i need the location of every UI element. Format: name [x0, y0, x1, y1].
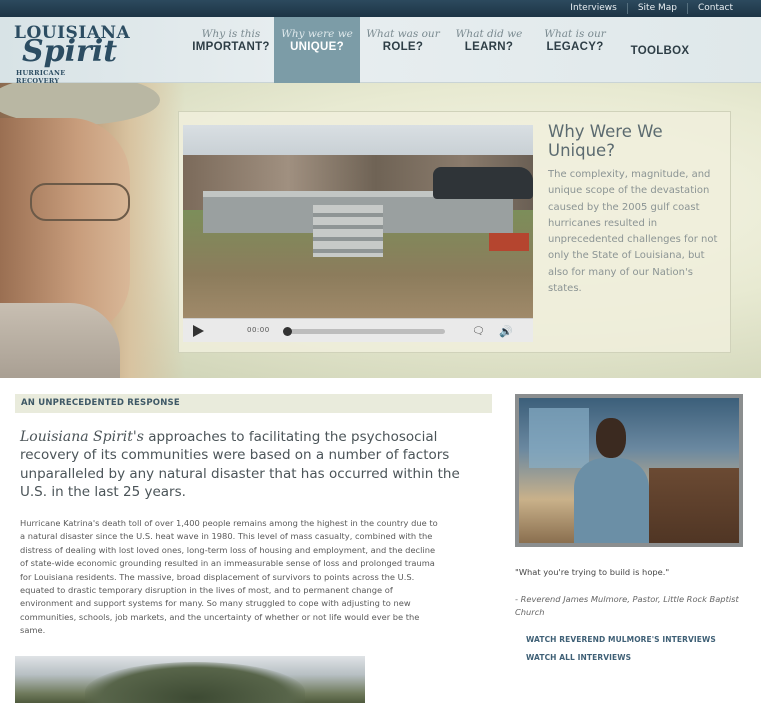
lede-paragraph: Louisiana Spirit's approaches to facilit… — [20, 428, 490, 501]
church-window — [529, 408, 589, 468]
utility-links: Interviews Site Map Contact — [560, 0, 743, 17]
nav-question: Why is this — [201, 28, 261, 40]
nav-item-unique[interactable]: Why were we UNIQUE? — [274, 17, 360, 83]
contact-link[interactable]: Contact — [686, 3, 743, 14]
nav-item-toolbox[interactable]: TOOLBOX — [618, 17, 702, 83]
captions-icon[interactable]: 🗨 — [472, 326, 485, 337]
sidebar-quote: "What you're trying to build is hope." — [515, 567, 670, 577]
lede-emphasis: Louisiana Spirit's — [20, 429, 144, 445]
pastor-head — [596, 418, 626, 458]
video-progress-knob[interactable] — [283, 327, 292, 336]
section-heading-bar: AN UNPRECEDENTED RESPONSE — [15, 394, 492, 413]
main-nav: Why is this IMPORTANT? Why were we UNIQU… — [188, 17, 702, 83]
portrait-glasses — [30, 183, 130, 221]
video-progress-track[interactable] — [285, 329, 445, 334]
nav-keyword: ROLE? — [382, 41, 424, 53]
tree-canopy — [85, 662, 305, 703]
hero-panel: 00:00 🗨 🔊 Why Were We Unique? The comple… — [178, 111, 731, 353]
nav-question: Why were we — [281, 28, 353, 40]
top-utility-bar: Interviews Site Map Contact — [0, 0, 761, 17]
nav-item-important[interactable]: Why is this IMPORTANT? — [188, 17, 274, 83]
nav-item-role[interactable]: What was our ROLE? — [360, 17, 446, 83]
louisiana-spirit-logo[interactable]: LOUISIANA Spirit HURRICANE RECOVERY — [10, 21, 130, 85]
hero-banner: 00:00 🗨 🔊 Why Were We Unique? The comple… — [0, 83, 761, 378]
pastor-figure — [574, 458, 649, 543]
portrait-beard — [0, 303, 120, 378]
watch-all-interviews-link[interactable]: WATCH ALL INTERVIEWS — [526, 653, 631, 662]
video-scene-steps — [313, 205, 383, 257]
bottom-tree-photo — [15, 656, 365, 703]
nav-keyword: LEARN? — [464, 41, 514, 53]
church-pew — [649, 468, 739, 543]
nav-item-legacy[interactable]: What is our LEGACY? — [532, 17, 618, 83]
nav-question: What was our — [366, 28, 440, 40]
watch-mulmore-interviews-link[interactable]: WATCH REVEREND MULMORE'S INTERVIEWS — [526, 635, 716, 644]
nav-keyword: UNIQUE? — [290, 41, 344, 53]
play-icon[interactable] — [193, 325, 204, 337]
nav-question: What did we — [455, 28, 523, 40]
quote-attribution: - Reverend James Mulmore, Pastor, Little… — [515, 594, 739, 618]
nav-keyword: TOOLBOX — [630, 45, 690, 57]
video-time: 00:00 — [247, 326, 270, 334]
hero-description: The complexity, magnitude, and unique sc… — [548, 169, 718, 295]
interviews-link[interactable]: Interviews — [560, 3, 627, 14]
video-scene-car — [433, 167, 533, 199]
site-header: LOUISIANA Spirit HURRICANE RECOVERY Why … — [0, 17, 761, 85]
elderly-man-portrait — [0, 83, 185, 378]
pastor-interview-photo[interactable] — [515, 394, 743, 547]
nav-keyword: LEGACY? — [546, 41, 604, 53]
volume-icon[interactable]: 🔊 — [499, 325, 513, 338]
nav-item-learn[interactable]: What did we LEARN? — [446, 17, 532, 83]
video-player[interactable] — [183, 125, 533, 318]
section-heading: AN UNPRECEDENTED RESPONSE — [21, 398, 180, 408]
body-paragraph: Hurricane Katrina's death toll of over 1… — [20, 518, 438, 636]
video-controls: 00:00 🗨 🔊 — [183, 318, 533, 342]
hero-title: Why Were We Unique? — [548, 122, 663, 160]
video-scene-red-object — [489, 233, 529, 251]
nav-keyword: IMPORTANT? — [192, 41, 270, 53]
nav-question: What is our — [544, 28, 606, 40]
logo-line-2: Spirit — [22, 34, 118, 69]
site-map-link[interactable]: Site Map — [626, 3, 687, 14]
